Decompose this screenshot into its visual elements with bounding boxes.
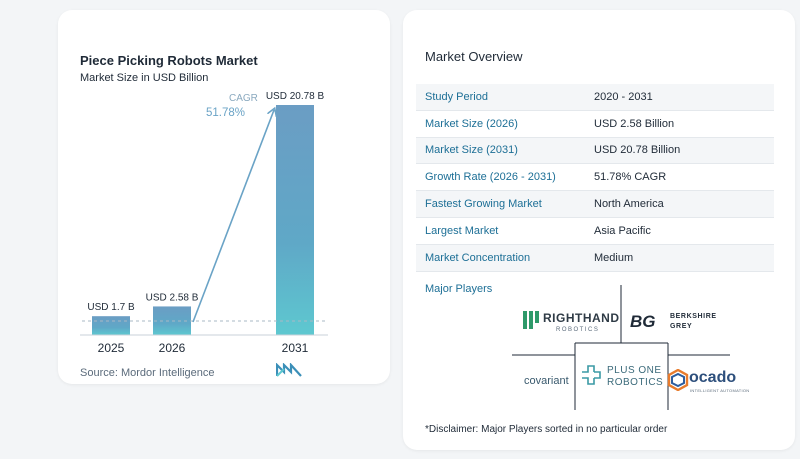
overview-row: Fastest Growing Market North America xyxy=(416,191,774,218)
covariant-name: covariant xyxy=(524,375,569,387)
plusone-logo-icon xyxy=(582,365,601,385)
overview-row: Market Size (2026) USD 2.58 Billion xyxy=(416,111,774,138)
overview-row-label: Market Concentration xyxy=(425,251,531,264)
overview-row-label: Growth Rate (2026 - 2031) xyxy=(425,171,556,184)
bar-data-label: USD 20.78 B xyxy=(266,91,325,102)
righthand-sub: ROBOTICS xyxy=(556,327,600,333)
berkshire-line2: GREY xyxy=(670,323,693,330)
overview-row: Growth Rate (2026 - 2031) 51.78% CAGR xyxy=(416,164,774,192)
plusone-line1: PLUS ONE xyxy=(607,365,662,376)
cagr-label: CAGR xyxy=(229,93,258,104)
overview-row-value: North America xyxy=(594,198,664,211)
bar-2025 xyxy=(92,316,130,335)
chart-source: Source: Mordor Intelligence xyxy=(80,367,215,379)
x-tick-label: 2031 xyxy=(282,341,309,355)
overview-row: Market Size (2031) USD 20.78 Billion xyxy=(416,137,774,165)
overview-row-label: Market Size (2031) xyxy=(425,144,518,157)
overview-row-value: Asia Pacific xyxy=(594,224,651,237)
righthand-logo-icon xyxy=(523,311,539,329)
cagr-value: 51.78% xyxy=(206,107,245,119)
overview-row-value: 51.78% CAGR xyxy=(594,171,667,184)
mordor-logo-icon xyxy=(276,363,302,377)
disclaimer: *Disclaimer: Major Players sorted in no … xyxy=(425,424,668,435)
overview-title: Market Overview xyxy=(425,49,523,64)
overview-row-value: 2020 - 2031 xyxy=(594,90,653,103)
overview-row: Study Period 2020 - 2031 xyxy=(416,84,774,111)
ocado-name: ocado xyxy=(689,369,737,386)
bar-2031 xyxy=(276,105,314,335)
x-tick-label: 2026 xyxy=(159,341,186,355)
major-players-title: Major Players xyxy=(425,283,493,295)
bar-data-label: USD 2.58 B xyxy=(146,292,199,303)
berkshire-line1: BERKSHIRE xyxy=(670,313,717,320)
overview-row-value: Medium xyxy=(594,251,634,264)
overview-row-label: Largest Market xyxy=(425,224,499,237)
overview-row-label: Study Period xyxy=(425,90,488,103)
overview-row-value: USD 2.58 Billion xyxy=(594,117,675,130)
x-tick-label: 2025 xyxy=(98,341,125,355)
overview-row: Largest Market Asia Pacific xyxy=(416,218,774,245)
cagr-arrow xyxy=(192,110,274,323)
overview-row-value: USD 20.78 Billion xyxy=(594,144,681,157)
market-overview-table: Study Period 2020 - 2031 Market Size (2026… xyxy=(416,84,774,272)
ocado-sub: INTELLIGENT AUTOMATION xyxy=(690,388,750,393)
ocado-logo-icon xyxy=(667,369,689,391)
bar-data-label: USD 1.7 B xyxy=(87,302,135,313)
overview-row-label: Market Size (2026) xyxy=(425,117,518,130)
righthand-name: RIGHTHAND xyxy=(543,311,620,325)
plusone-line2: ROBOTICS xyxy=(607,377,664,388)
berkshire-mark: BG xyxy=(630,312,656,331)
overview-row-label: Fastest Growing Market xyxy=(425,198,542,211)
overview-row: Market Concentration Medium xyxy=(416,244,774,272)
